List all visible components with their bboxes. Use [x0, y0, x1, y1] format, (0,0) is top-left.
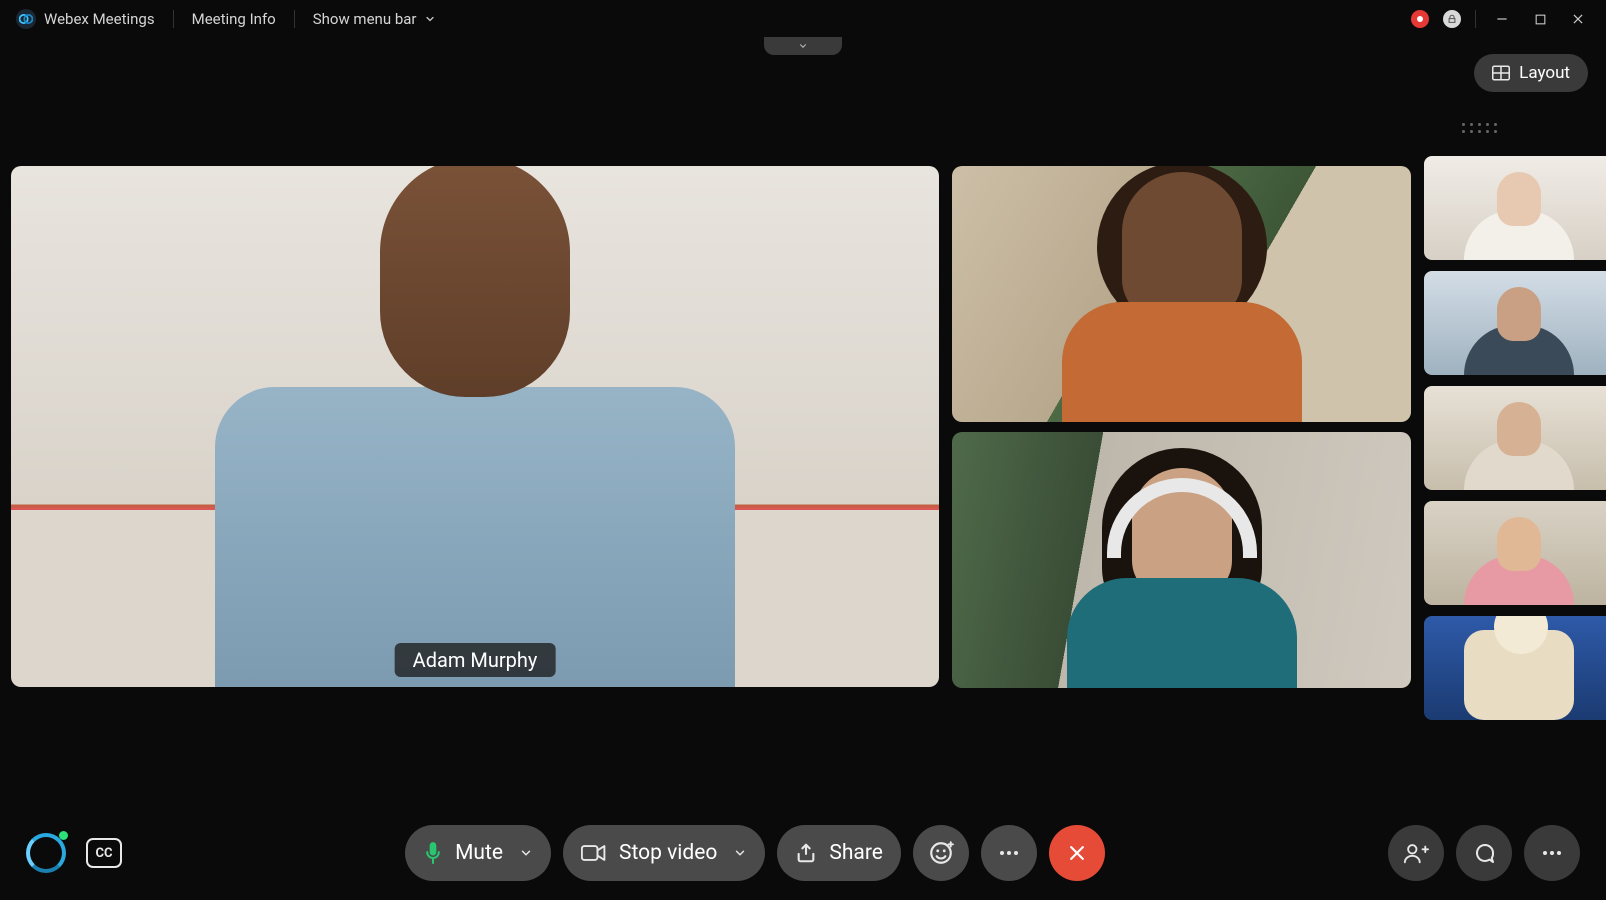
- chevron-down-icon: [796, 41, 810, 51]
- divider: [173, 10, 174, 28]
- meeting-control-bar: CC Mute Stop video Share: [0, 824, 1606, 882]
- chevron-down-icon: [519, 846, 533, 860]
- participant-thumbnail[interactable]: [1424, 501, 1606, 605]
- chat-bubble-icon: [1472, 841, 1496, 865]
- reveal-top-controls-handle[interactable]: [764, 37, 842, 55]
- window-close-button[interactable]: [1566, 7, 1590, 31]
- layout-button[interactable]: Layout: [1474, 54, 1588, 92]
- reactions-button[interactable]: [913, 825, 969, 881]
- stop-video-label: Stop video: [619, 841, 717, 865]
- secondary-tiles-column: [952, 166, 1411, 720]
- share-button[interactable]: Share: [777, 825, 901, 881]
- emoji-smile-icon: [928, 840, 954, 866]
- cc-label: CC: [95, 846, 112, 861]
- close-icon: [1067, 843, 1087, 863]
- end-meeting-button[interactable]: [1049, 825, 1105, 881]
- layout-button-label: Layout: [1519, 63, 1570, 83]
- show-menu-bar-label: Show menu bar: [313, 10, 417, 28]
- panel-more-button[interactable]: [1524, 825, 1580, 881]
- webex-logo-icon: [16, 9, 36, 29]
- stop-video-button[interactable]: Stop video: [563, 825, 765, 881]
- title-bar-left: Webex Meetings Meeting Info Show menu ba…: [16, 9, 436, 29]
- app-brand[interactable]: Webex Meetings: [16, 9, 155, 29]
- mute-button[interactable]: Mute: [405, 825, 551, 881]
- control-bar-center: Mute Stop video Share: [405, 825, 1105, 881]
- chevron-down-icon: [424, 13, 436, 25]
- meeting-info-button[interactable]: Meeting Info: [192, 10, 276, 28]
- closed-captions-button[interactable]: CC: [86, 838, 122, 868]
- recording-indicator-icon[interactable]: [1411, 10, 1429, 28]
- active-speaker-tile[interactable]: Adam Murphy: [11, 166, 939, 687]
- participant-name-label: Adam Murphy: [413, 648, 538, 672]
- ellipsis-icon: [997, 841, 1021, 865]
- filmstrip-column: [1424, 156, 1606, 720]
- divider: [1475, 10, 1476, 28]
- share-label: Share: [829, 841, 883, 865]
- divider: [294, 10, 295, 28]
- participants-icon: [1403, 841, 1429, 865]
- participants-panel-button[interactable]: [1388, 825, 1444, 881]
- ellipsis-icon: [1540, 841, 1564, 865]
- window-maximize-button[interactable]: [1528, 7, 1552, 31]
- participant-name-overlay: Adam Murphy: [395, 643, 556, 677]
- video-stage: Adam Murphy: [11, 166, 1606, 720]
- more-options-button[interactable]: [981, 825, 1037, 881]
- app-name-label: Webex Meetings: [44, 10, 155, 28]
- show-menu-bar-button[interactable]: Show menu bar: [313, 10, 437, 28]
- participant-thumbnail[interactable]: [1424, 156, 1606, 260]
- participant-thumbnail[interactable]: [1424, 616, 1606, 720]
- control-bar-left: CC: [26, 833, 122, 873]
- layout-grid-icon: [1492, 65, 1510, 81]
- control-bar-right: [1388, 825, 1580, 881]
- filmstrip-drag-handle[interactable]: [1462, 123, 1498, 133]
- title-bar-right: [1411, 7, 1590, 31]
- mute-label: Mute: [455, 841, 503, 865]
- lock-status-icon[interactable]: [1443, 10, 1461, 28]
- chat-panel-button[interactable]: [1456, 825, 1512, 881]
- share-screen-icon: [795, 842, 817, 864]
- webex-assistant-icon[interactable]: [26, 833, 66, 873]
- meeting-info-label: Meeting Info: [192, 10, 276, 28]
- window-minimize-button[interactable]: [1490, 7, 1514, 31]
- participant-thumbnail[interactable]: [1424, 271, 1606, 375]
- video-camera-icon: [581, 843, 607, 863]
- chevron-down-icon: [733, 846, 747, 860]
- participant-thumbnail[interactable]: [1424, 386, 1606, 490]
- participant-tile[interactable]: [952, 432, 1411, 688]
- participant-tile[interactable]: [952, 166, 1411, 422]
- title-bar: Webex Meetings Meeting Info Show menu ba…: [0, 0, 1606, 38]
- microphone-icon: [423, 840, 443, 866]
